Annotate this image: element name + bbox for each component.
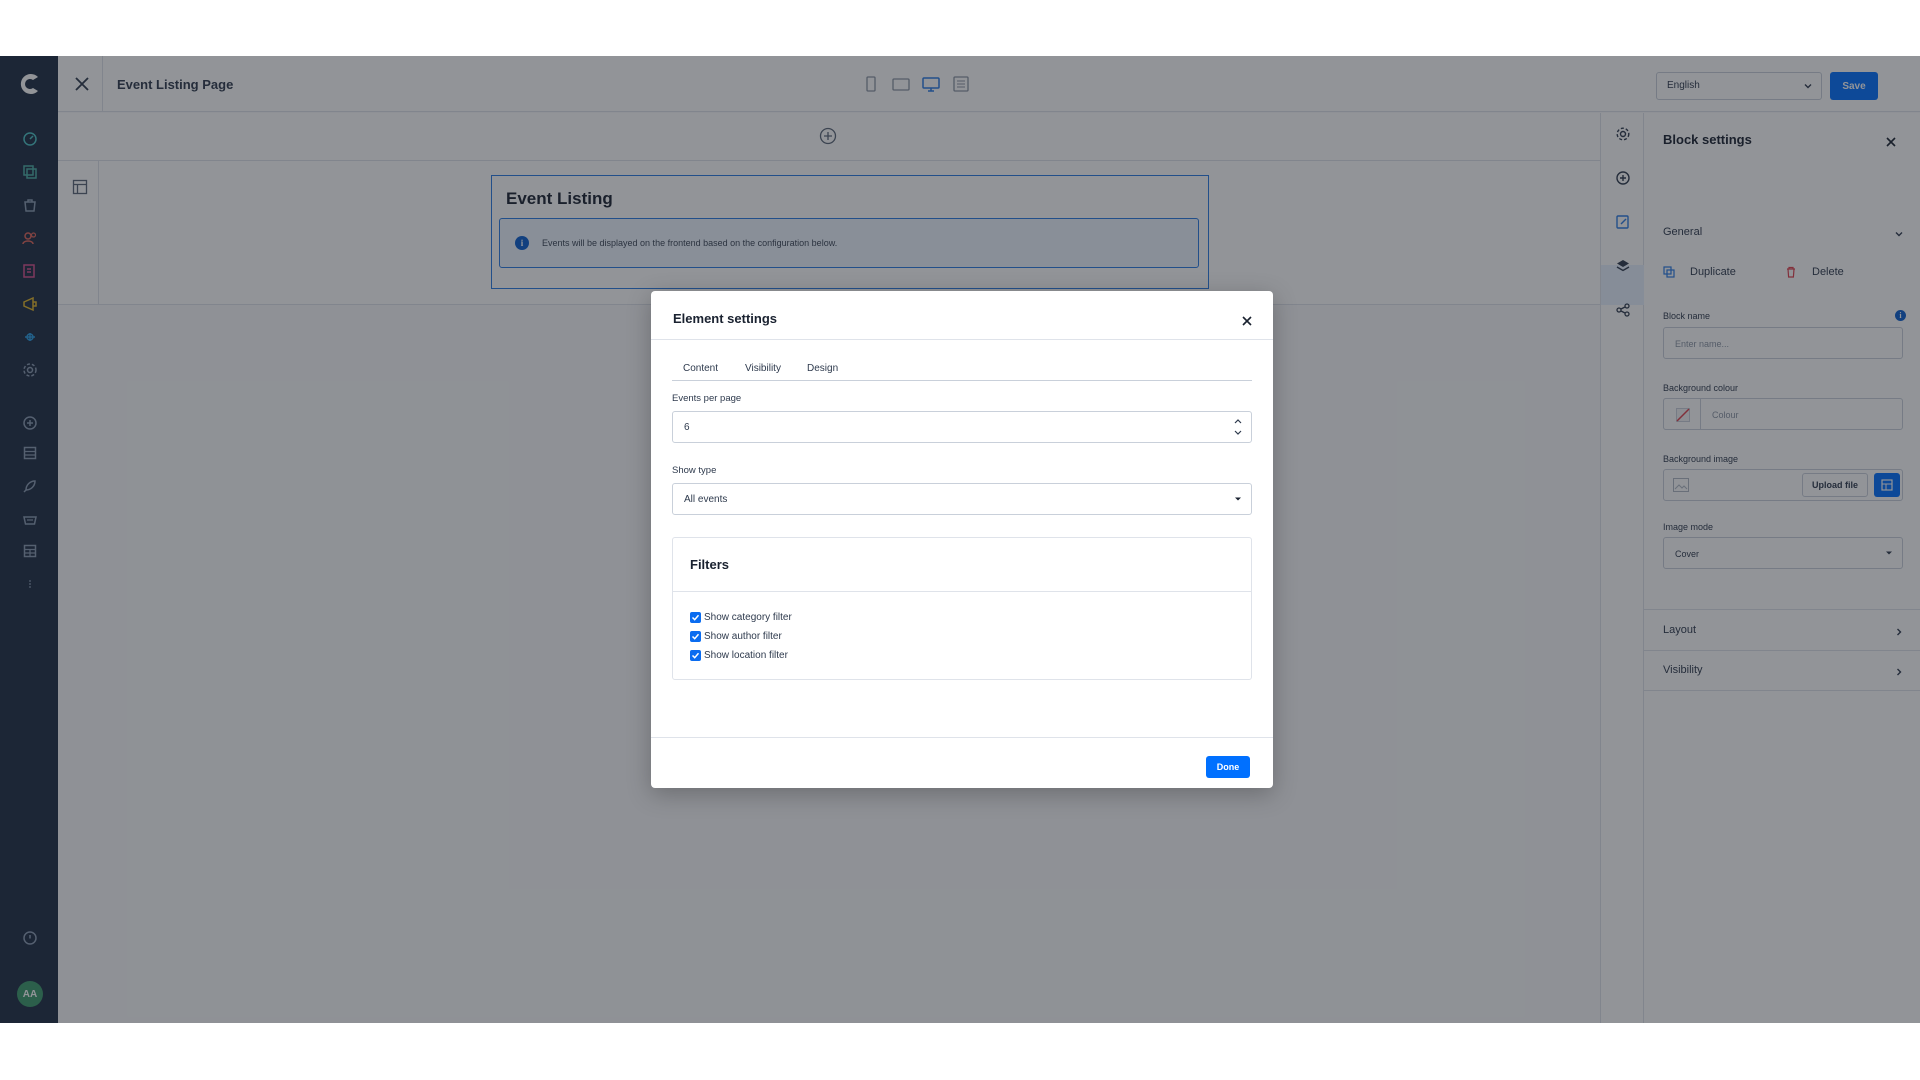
category-filter-label: Show category filter xyxy=(704,612,792,623)
events-per-page-label: Events per page xyxy=(672,393,742,404)
tab-content[interactable]: Content xyxy=(683,363,718,374)
caret-down-icon xyxy=(1235,497,1241,501)
app-window: AA Event Listing Page English Save Event… xyxy=(0,56,1920,1023)
done-button[interactable]: Done xyxy=(1206,756,1250,778)
checkbox-checked-icon[interactable] xyxy=(690,612,701,623)
checkbox-checked-icon[interactable] xyxy=(690,631,701,642)
tab-design[interactable]: Design xyxy=(807,363,838,374)
tab-visibility[interactable]: Visibility xyxy=(745,363,781,374)
modal-title: Element settings xyxy=(673,311,778,326)
modal-tabs: Content Visibility Design xyxy=(672,351,1252,381)
filters-card: Filters Show category filter Show author… xyxy=(672,537,1252,680)
close-modal-icon[interactable] xyxy=(1241,315,1253,327)
modal-header-divider xyxy=(651,339,1273,340)
modal-footer-divider xyxy=(651,737,1273,738)
element-settings-modal: Element settings Content Visibility Desi… xyxy=(651,291,1273,788)
checkbox-checked-icon[interactable] xyxy=(690,650,701,661)
location-filter-label: Show location filter xyxy=(704,650,788,661)
show-type-select[interactable]: All events xyxy=(672,483,1252,515)
events-per-page-input[interactable]: 6 xyxy=(672,411,1252,443)
events-per-page-value: 6 xyxy=(684,422,690,433)
show-type-value: All events xyxy=(684,494,728,505)
author-filter-label: Show author filter xyxy=(704,631,782,642)
show-type-label: Show type xyxy=(672,465,717,476)
number-stepper-icon[interactable] xyxy=(1233,415,1243,439)
filters-divider xyxy=(673,591,1251,592)
filters-title: Filters xyxy=(690,557,730,572)
